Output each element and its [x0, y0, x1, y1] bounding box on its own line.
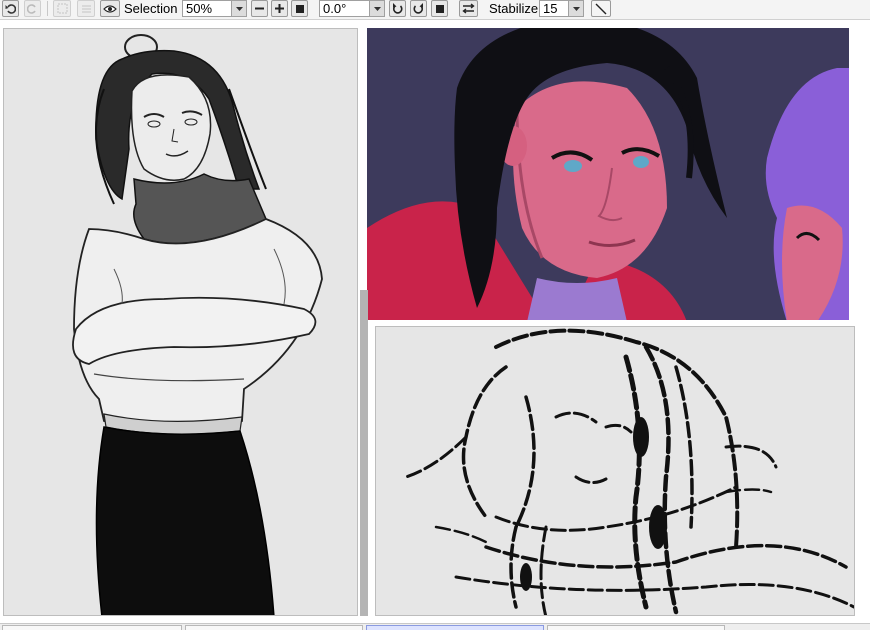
selection-visibility-button[interactable]: [100, 0, 120, 17]
invert-selection-icon: [81, 5, 91, 13]
rotate-reset-icon: [435, 4, 444, 13]
rotate-reset-button[interactable]: [431, 0, 448, 17]
zoom-in-icon: [275, 4, 284, 13]
stabilizer-select[interactable]: 15: [539, 0, 584, 17]
zoom-out-button[interactable]: [251, 0, 268, 17]
stabilizer-value: 15: [543, 1, 558, 16]
zoom-reset-button[interactable]: [291, 0, 308, 17]
zoom-reset-icon: [295, 4, 304, 13]
top-right-canvas-panel[interactable]: [366, 27, 850, 321]
chevron-down-icon[interactable]: [369, 1, 384, 16]
view-tab[interactable]: [185, 625, 363, 630]
rotate-right-icon: [413, 3, 424, 14]
flip-horizontal-icon: [462, 3, 475, 14]
eye-icon: [103, 4, 117, 13]
redo-button[interactable]: [24, 0, 41, 17]
view-tab-active[interactable]: [366, 625, 544, 630]
undo-icon: [5, 4, 16, 14]
rotate-left-icon: [392, 3, 403, 14]
zoom-out-icon: [255, 7, 264, 10]
deselect-button[interactable]: [53, 0, 71, 17]
deselect-icon: [57, 3, 67, 14]
invert-selection-button[interactable]: [77, 0, 95, 17]
line-tool-button[interactable]: [591, 0, 611, 17]
rotate-left-button[interactable]: [389, 0, 406, 17]
view-tab[interactable]: [2, 625, 182, 630]
view-tab[interactable]: [547, 625, 725, 630]
stabilizer-label: Stabilizer: [489, 1, 543, 16]
line-tool-icon: [595, 3, 607, 14]
bottom-right-canvas-panel[interactable]: [375, 326, 855, 616]
rotation-value: 0.0°: [323, 1, 347, 16]
zoom-in-button[interactable]: [271, 0, 288, 17]
chevron-down-icon[interactable]: [231, 1, 246, 16]
left-canvas-panel[interactable]: [3, 28, 358, 616]
color-painting-image: [367, 28, 849, 320]
chevron-down-icon[interactable]: [568, 1, 583, 16]
line-sketch-image: [376, 327, 854, 615]
rotation-select[interactable]: 0.0°: [319, 0, 385, 17]
zoom-value: 50%: [186, 1, 213, 16]
character-sketch-image: [4, 29, 357, 615]
canvas-toolbar: Selection 50% 0.0° Stabilizer 15: [0, 0, 870, 20]
undo-button[interactable]: [2, 0, 19, 17]
rotate-right-button[interactable]: [410, 0, 427, 17]
panel-divider[interactable]: [360, 290, 368, 616]
redo-icon: [27, 4, 36, 14]
toolbar-separator: [47, 1, 48, 16]
canvas-workspace: [0, 20, 870, 623]
selection-label: Selection: [124, 1, 178, 16]
zoom-select[interactable]: 50%: [182, 0, 247, 17]
flip-horizontal-button[interactable]: [459, 0, 478, 17]
